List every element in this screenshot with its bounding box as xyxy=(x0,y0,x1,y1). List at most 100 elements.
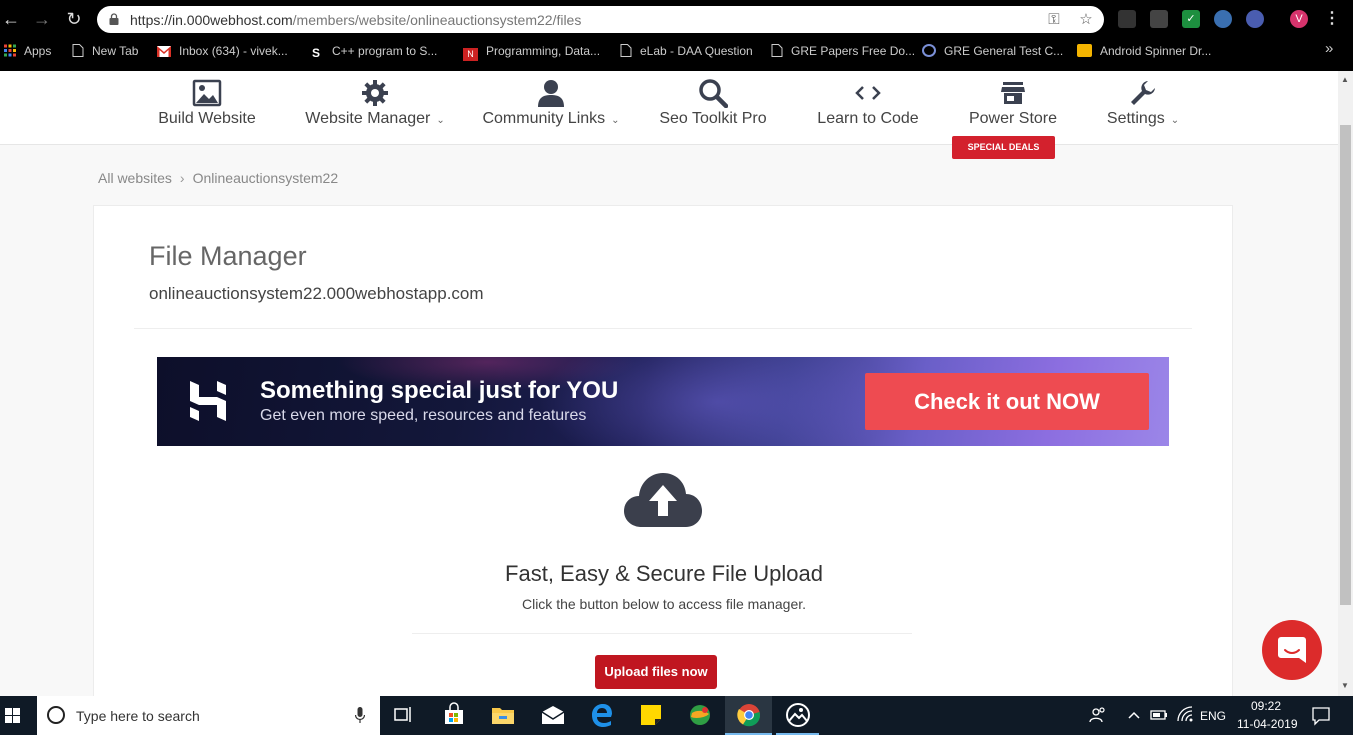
nav-seo-toolkit[interactable]: Seo Toolkit Pro xyxy=(650,71,776,145)
android-dev-icon xyxy=(1077,44,1092,57)
clock-time[interactable]: 09:22 xyxy=(1251,699,1281,713)
taskbar-search-placeholder: Type here to search xyxy=(76,708,200,724)
breadcrumb-all-websites[interactable]: All websites xyxy=(98,170,172,186)
notification-center-icon[interactable] xyxy=(1311,702,1331,728)
people-icon[interactable] xyxy=(1088,702,1108,728)
nav-label: Power Store xyxy=(969,110,1057,128)
nav-website-manager[interactable]: Website Manager ⌄ xyxy=(300,71,450,145)
mail-icon[interactable] xyxy=(540,702,566,728)
bookmark-apps[interactable]: Apps xyxy=(4,44,51,58)
bookmark-label: New Tab xyxy=(92,44,139,58)
hostinger-logo-icon xyxy=(190,381,226,421)
url-host: https://in.000webhost.com xyxy=(130,12,293,28)
bookmark-new-tab[interactable]: New Tab xyxy=(72,44,138,58)
file-explorer-icon[interactable] xyxy=(490,702,516,728)
upload-files-button[interactable]: Upload files now xyxy=(595,655,717,689)
nav-label-text: Website Manager xyxy=(305,110,431,127)
extension-check-icon[interactable]: ✓ xyxy=(1182,10,1200,28)
bookmark-android[interactable]: Android Spinner Dr... xyxy=(1077,44,1211,58)
bookmark-label: Programming, Data... xyxy=(486,44,601,58)
gear-icon xyxy=(362,80,388,106)
banner-headline: Something special just for YOU xyxy=(260,377,619,404)
page-icon xyxy=(620,44,632,57)
chat-icon xyxy=(1278,637,1306,663)
store-icon xyxy=(1001,82,1025,104)
banner-cta-button[interactable]: Check it out NOW xyxy=(865,373,1149,430)
bookmark-label: Inbox (634) - vivek... xyxy=(179,44,288,58)
nav-community-links[interactable]: Community Links ⌄ xyxy=(476,71,626,145)
page-icon xyxy=(72,44,84,57)
bookmark-inbox[interactable]: Inbox (634) - vivek... xyxy=(157,44,288,58)
chrome-icon[interactable] xyxy=(736,702,762,728)
profile-avatar[interactable]: V xyxy=(1290,10,1308,28)
nav-power-store[interactable]: Power Store xyxy=(962,71,1064,145)
language-indicator[interactable]: ENG xyxy=(1200,709,1226,723)
key-icon[interactable]: ⚿ xyxy=(1045,11,1063,29)
bookmark-label: C++ program to S... xyxy=(332,44,438,58)
nav-settings[interactable]: Settings ⌄ xyxy=(1098,71,1188,145)
nav-label: Learn to Code xyxy=(817,110,918,128)
bookmark-label: GRE General Test C... xyxy=(944,44,1064,58)
site-domain: onlineauctionsystem22.000webhostapp.com xyxy=(149,284,484,303)
chat-launcher-button[interactable] xyxy=(1262,620,1322,680)
star-icon[interactable]: ☆ xyxy=(1077,11,1095,29)
bookmark-label: Apps xyxy=(24,44,52,58)
gmail-icon xyxy=(157,46,171,57)
bookmark-label: GRE Papers Free Do... xyxy=(791,44,916,58)
browser-chrome: ← → ↻ https://in.000webhost.com/members/… xyxy=(0,0,1353,71)
taskbar-search-box[interactable]: Type here to search xyxy=(37,696,380,735)
promo-banner[interactable]: Something special just for YOU Get even … xyxy=(157,357,1169,446)
image-icon xyxy=(192,79,222,107)
battery-icon[interactable] xyxy=(1150,702,1168,728)
tray-chevron-up-icon[interactable] xyxy=(1125,702,1143,728)
special-deals-badge[interactable]: SPECIAL DEALS xyxy=(952,136,1055,159)
extension-file-icon[interactable] xyxy=(1150,10,1168,28)
sticky-notes-icon[interactable] xyxy=(638,702,664,728)
globe-icon xyxy=(922,44,936,57)
task-view-icon[interactable] xyxy=(391,702,417,728)
page-title: File Manager xyxy=(149,241,307,271)
upload-title: Fast, Easy & Secure File Upload xyxy=(505,561,823,586)
chrome-menu-icon[interactable]: ⋮ xyxy=(1323,10,1341,28)
wifi-icon[interactable] xyxy=(1175,702,1195,728)
bookmark-cpp[interactable]: S C++ program to S... xyxy=(312,44,438,60)
bookmark-gre-papers[interactable]: GRE Papers Free Do... xyxy=(771,44,915,58)
edge-browser-icon[interactable] xyxy=(589,702,615,728)
chevron-down-icon: ⌄ xyxy=(436,115,445,126)
nav-build-website[interactable]: Build Website xyxy=(150,71,264,145)
globe-app-icon[interactable] xyxy=(687,702,713,728)
nav-learn-to-code[interactable]: Learn to Code xyxy=(810,71,926,145)
reload-icon[interactable]: ↻ xyxy=(63,8,85,30)
windows-start-icon[interactable] xyxy=(0,696,36,735)
lock-icon xyxy=(109,13,119,25)
address-bar[interactable]: https://in.000webhost.com/members/websit… xyxy=(97,6,1104,33)
page-scrollbar[interactable]: ▲ ▼ xyxy=(1338,71,1353,696)
extension-sync-icon[interactable] xyxy=(1214,10,1232,28)
scrollbar-thumb[interactable] xyxy=(1340,125,1351,605)
extension-doc-icon[interactable] xyxy=(1118,10,1136,28)
n-logo-icon: N xyxy=(463,48,478,61)
store-app-icon[interactable] xyxy=(441,702,467,728)
more-bookmarks-icon[interactable]: » xyxy=(1325,40,1333,57)
nav-label: Website Manager ⌄ xyxy=(305,110,445,128)
bookmark-programming[interactable]: N Programming, Data... xyxy=(463,44,600,61)
breadcrumb: All websites › Onlineauctionsystem22 xyxy=(98,170,338,186)
photos-app-icon[interactable] xyxy=(785,702,811,728)
nav-label: Seo Toolkit Pro xyxy=(659,110,766,128)
forward-arrow-icon[interactable]: → xyxy=(31,8,53,30)
back-arrow-icon[interactable]: ← xyxy=(0,8,22,30)
code-icon xyxy=(855,86,881,100)
page-icon xyxy=(771,44,783,57)
scroll-up-arrow-icon[interactable]: ▲ xyxy=(1341,75,1349,84)
chevron-down-icon: ⌄ xyxy=(1170,115,1180,126)
bookmark-gre-general[interactable]: GRE General Test C... xyxy=(922,44,1063,58)
scroll-down-arrow-icon[interactable]: ▼ xyxy=(1341,681,1349,690)
divider xyxy=(412,633,912,634)
bookmark-label: eLab - DAA Question xyxy=(640,44,753,58)
extension-owl-icon[interactable] xyxy=(1246,10,1264,28)
apps-grid-icon xyxy=(4,44,16,57)
bookmarks-bar: Apps New Tab Inbox (634) - vivek... S C++… xyxy=(0,38,1353,66)
clock-date[interactable]: 11-04-2019 xyxy=(1237,717,1298,731)
bookmark-elab[interactable]: eLab - DAA Question xyxy=(620,44,753,58)
microphone-icon[interactable] xyxy=(355,707,365,724)
